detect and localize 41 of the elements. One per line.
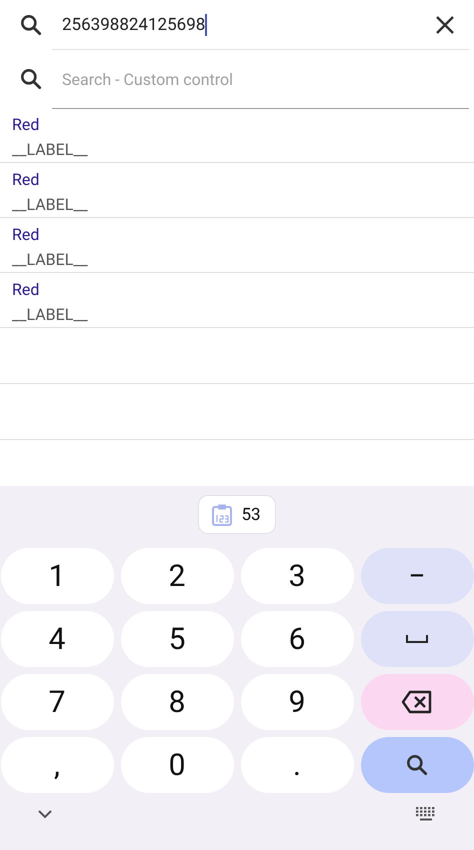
item-subtitle: __LABEL__ xyxy=(12,140,88,159)
item-title: Red xyxy=(12,280,40,299)
close-icon xyxy=(434,14,456,36)
search-key[interactable] xyxy=(360,737,474,793)
item-subtitle: __LABEL__ xyxy=(12,195,88,214)
search-icon xyxy=(404,752,430,778)
space-icon xyxy=(406,634,428,644)
key[interactable]: , xyxy=(0,737,114,793)
backspace-icon xyxy=(401,690,433,714)
result-item[interactable]: Red __LABEL__ xyxy=(0,108,474,163)
key[interactable]: 5 xyxy=(120,611,234,667)
search-field[interactable]: 256398824125698 xyxy=(62,14,430,36)
key[interactable]: 4 xyxy=(0,611,114,667)
item-title: Red xyxy=(12,170,40,189)
key[interactable]: 7 xyxy=(0,674,114,730)
key[interactable]: 2 xyxy=(120,548,234,604)
key[interactable]: 3 xyxy=(240,548,354,604)
backspace-key[interactable] xyxy=(360,674,474,730)
clipboard-suggestion[interactable]: 53 xyxy=(198,495,276,534)
key[interactable]: 6 xyxy=(240,611,354,667)
minus-key[interactable]: − xyxy=(360,548,474,604)
item-title: Red xyxy=(12,225,40,244)
search-field[interactable]: Search - Custom control xyxy=(52,68,469,90)
key[interactable]: . xyxy=(240,737,354,793)
chevron-down-icon xyxy=(38,810,52,818)
key[interactable]: 8 xyxy=(120,674,234,730)
hide-keyboard-button[interactable] xyxy=(38,810,52,818)
key[interactable]: 9 xyxy=(240,674,354,730)
item-subtitle: __LABEL__ xyxy=(12,305,88,324)
key[interactable]: 0 xyxy=(120,737,234,793)
result-item[interactable]: Red __LABEL__ xyxy=(0,163,474,218)
keyboard-icon xyxy=(416,807,436,821)
key[interactable]: 1 xyxy=(0,548,114,604)
item-title: Red xyxy=(12,115,40,134)
search-icon xyxy=(18,12,44,38)
result-item[interactable]: Red __LABEL__ xyxy=(0,218,474,273)
item-subtitle: __LABEL__ xyxy=(12,250,88,269)
clipboard-icon xyxy=(211,502,234,526)
keyboard-switch-button[interactable] xyxy=(416,807,436,821)
search-icon xyxy=(18,66,44,92)
result-item[interactable]: Red __LABEL__ xyxy=(0,273,474,328)
